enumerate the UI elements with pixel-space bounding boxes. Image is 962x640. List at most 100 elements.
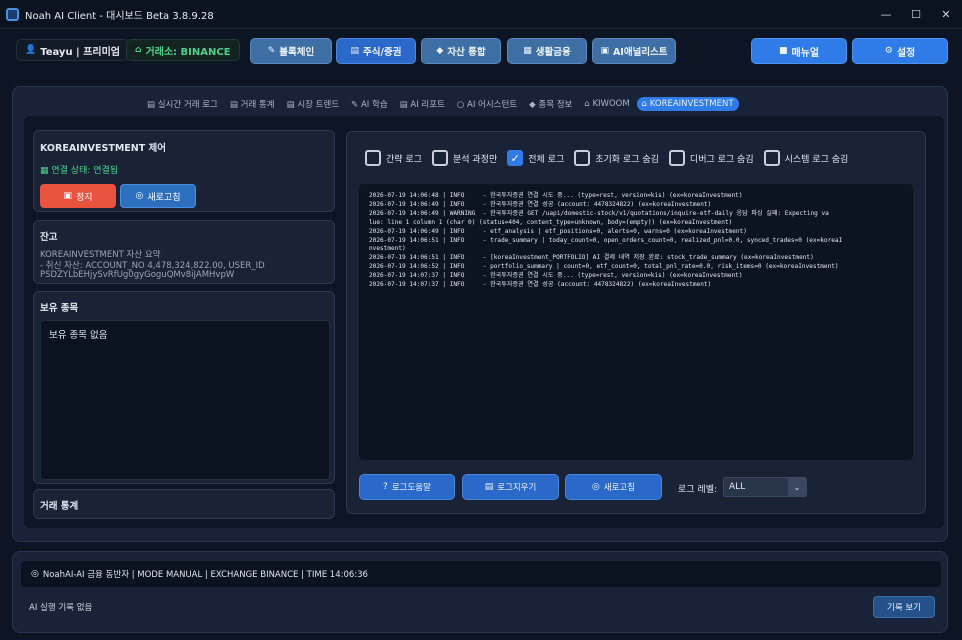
log-refresh-label: 새로고침 (603, 483, 636, 493)
manual-button[interactable]: ■ 매뉴얼 (751, 38, 847, 64)
diamond-icon: ◆ (436, 46, 444, 56)
doc-icon: ▤ (286, 100, 295, 110)
app-icon (6, 7, 19, 21)
pencil-icon: ✎ (267, 46, 276, 56)
checkbox-hide-init-log[interactable]: 초기화 로그 숨김 (574, 150, 659, 166)
checkbox-hide-system-log[interactable]: 시스템 로그 숨김 (763, 150, 849, 166)
book-icon: ■ (778, 46, 788, 56)
top-nav: 👤 Teayu | 프리미엄 ⌂ 거래소: BINANCE ✎ 블록체인 ▤ 주… (8, 33, 954, 69)
log-refresh-button[interactable]: ◎ 새로고침 (565, 474, 662, 500)
checkbox-box[interactable] (574, 150, 591, 166)
refresh-label: 새로고침 (147, 192, 181, 203)
checkbox-box[interactable] (668, 150, 685, 166)
user-icon: 👤 (25, 45, 37, 55)
nav-label: 주식/증권 (363, 47, 402, 58)
log-line: lue: line 1 column 1 (char 0) (status=40… (369, 218, 733, 226)
settings-button[interactable]: ⚙ 설정 (852, 38, 948, 64)
tab-ai-assistant[interactable]: ○ AI 어시스턴트 (452, 96, 522, 112)
trade-stats-card: 거래 통계 (33, 489, 335, 519)
nav-label: 자산 통합 (447, 47, 486, 58)
log-line: 2026-07-19 14:06:48 | INFO - 한국투자증권 연결 시… (369, 192, 743, 199)
checkbox-box[interactable] (365, 150, 381, 166)
checkbox-brief-log[interactable]: 간략 로그 (365, 150, 422, 166)
nav-ai-analyst[interactable]: ▣ AI애널리스트 (592, 38, 676, 64)
connection-status-text: 연결 상태: 연결됨 (51, 166, 119, 176)
view-history-button[interactable]: 기록 보기 (873, 596, 935, 618)
tab-label: 거래 통계 (240, 100, 275, 110)
log-line: 2026-07-19 14:07:37 | INFO - 한국투자증권 연결 성… (369, 281, 712, 289)
log-output[interactable]: 2026-07-19 14:06:48 | INFO - 한국투자증권 연결 시… (359, 184, 913, 460)
log-line: 2026-07-19 14:07:37 | INFO - 한국투자증권 연결 시… (369, 272, 743, 280)
nav-label: 블록체인 (279, 47, 315, 58)
checkbox-box[interactable] (763, 150, 780, 166)
checkbox-label: 시스템 로그 숨김 (784, 154, 849, 165)
tab-label: KIWOOM (592, 99, 630, 109)
exchange-label: 거래소: BINANCE (145, 46, 231, 58)
refresh-button[interactable]: ◎ 새로고침 (120, 184, 196, 208)
tab-kiwoom[interactable]: ⌂ KIWOOM (579, 97, 634, 111)
nav-blockchain[interactable]: ✎ 블록체인 (250, 38, 332, 64)
log-help-button[interactable]: ? 로그도움말 (359, 474, 455, 500)
trade-stats-title: 거래 통계 (40, 501, 79, 512)
tab-label: 종목 정보 (538, 100, 573, 110)
balance-line: PSDZYLbEHjySvRfUg0gyGoguQMv8iJAMHvpW (40, 270, 235, 280)
nav-life-finance[interactable]: ▦ 생활금융 (507, 38, 587, 64)
minimize-icon: — (880, 8, 892, 21)
tab-realtime-log[interactable]: ▤ 실시간 거래 로그 (142, 96, 223, 112)
refresh-icon: ◎ (135, 191, 144, 201)
tab-market-trend[interactable]: ▤ 시장 트렌드 (282, 96, 345, 112)
holdings-card: 보유 종목 보유 종목 없음 (33, 291, 335, 484)
control-title: KOREAINVESTMENT 제어 (40, 143, 166, 154)
maximize-icon: ☐ (911, 8, 921, 21)
card-icon: ▦ (523, 46, 532, 56)
home-icon: ⌂ (135, 45, 142, 55)
user-badge[interactable]: 👤 Teayu | 프리미엄 (16, 39, 129, 61)
tab-label: AI 리포트 (410, 100, 445, 110)
nav-stocks[interactable]: ▤ 주식/증권 (336, 38, 416, 64)
nav-assets[interactable]: ◆ 자산 통합 (421, 38, 501, 64)
close-window-button[interactable]: ✕ (928, 0, 962, 29)
tab-label: AI 어시스턴트 (467, 100, 518, 110)
diamond-icon: ◆ (529, 100, 536, 110)
home-icon: ⌂ (584, 99, 590, 109)
holdings-title: 보유 종목 (40, 303, 79, 314)
tab-stock-info[interactable]: ◆ 종목 정보 (524, 96, 577, 112)
ai-history-text: AI 실행 기록 없음 (29, 603, 93, 613)
balance-card: 잔고 KOREAINVESTMENT 자산 요약 - 취신 자산: ACCOUN… (33, 220, 335, 284)
close-icon: ✕ (941, 8, 951, 21)
doc-icon: ▤ (147, 100, 156, 110)
trash-icon: ▤ (484, 482, 494, 492)
stop-icon: ▣ (63, 191, 72, 201)
manual-label: 매뉴얼 (791, 47, 820, 59)
status-text: NoahAI-AI 금융 동반자 | MODE MANUAL | EXCHANG… (42, 570, 368, 580)
tab-koreainvestment[interactable]: ⌂ KOREAINVESTMENT (636, 97, 739, 111)
gear-icon: ⚙ (884, 46, 893, 56)
connection-status: ▦ 연결 상태: 연결됨 (40, 163, 118, 176)
window-title: Noah AI Client - 대시보드 Beta 3.8.9.28 (25, 10, 214, 22)
doc-icon: ▤ (399, 100, 408, 110)
stop-button[interactable]: ▣ 정지 (40, 184, 116, 208)
help-icon: ? (383, 482, 388, 492)
tab-trade-stats[interactable]: ▤ 거래 통계 (225, 96, 280, 112)
checkbox-full-log[interactable]: ✓ 전체 로그 (507, 150, 564, 166)
doc-icon: ▤ (229, 100, 238, 110)
check-icon[interactable]: ✓ (507, 150, 524, 166)
checkbox-hide-debug-log[interactable]: 디버그 로그 숨김 (668, 150, 754, 166)
log-clear-button[interactable]: ▤ 로그지우기 (462, 474, 559, 500)
holdings-list[interactable]: 보유 종목 없음 (40, 320, 330, 480)
log-level-select[interactable]: ALL ⌄ (723, 477, 807, 497)
checkbox-analysis-only[interactable]: 분석 과정만 (431, 150, 497, 166)
log-level-label: 로그 레벨: (678, 485, 718, 495)
settings-label: 설정 (896, 47, 916, 59)
tab-ai-report[interactable]: ▤ AI 리포트 (395, 96, 450, 112)
tab-ai-learning[interactable]: ✎ AI 학습 (346, 96, 393, 112)
log-line: 2026-07-19 14:06:49 | WARNING - 한국투자증권 G… (369, 209, 829, 217)
log-level-value: ALL (729, 482, 746, 492)
circle-icon: ○ (456, 100, 465, 110)
nav-label: 생활금융 (535, 47, 571, 58)
checkbox-box[interactable] (431, 150, 448, 166)
log-line: 2026-07-19 14:06:49 | INFO - etf_analysi… (369, 227, 747, 235)
refresh-icon: ◎ (31, 569, 39, 579)
log-line: 2026-07-19 14:06:51 | INFO - [koreaInves… (369, 254, 814, 262)
checkbox-label: 디버그 로그 숨김 (689, 154, 754, 165)
